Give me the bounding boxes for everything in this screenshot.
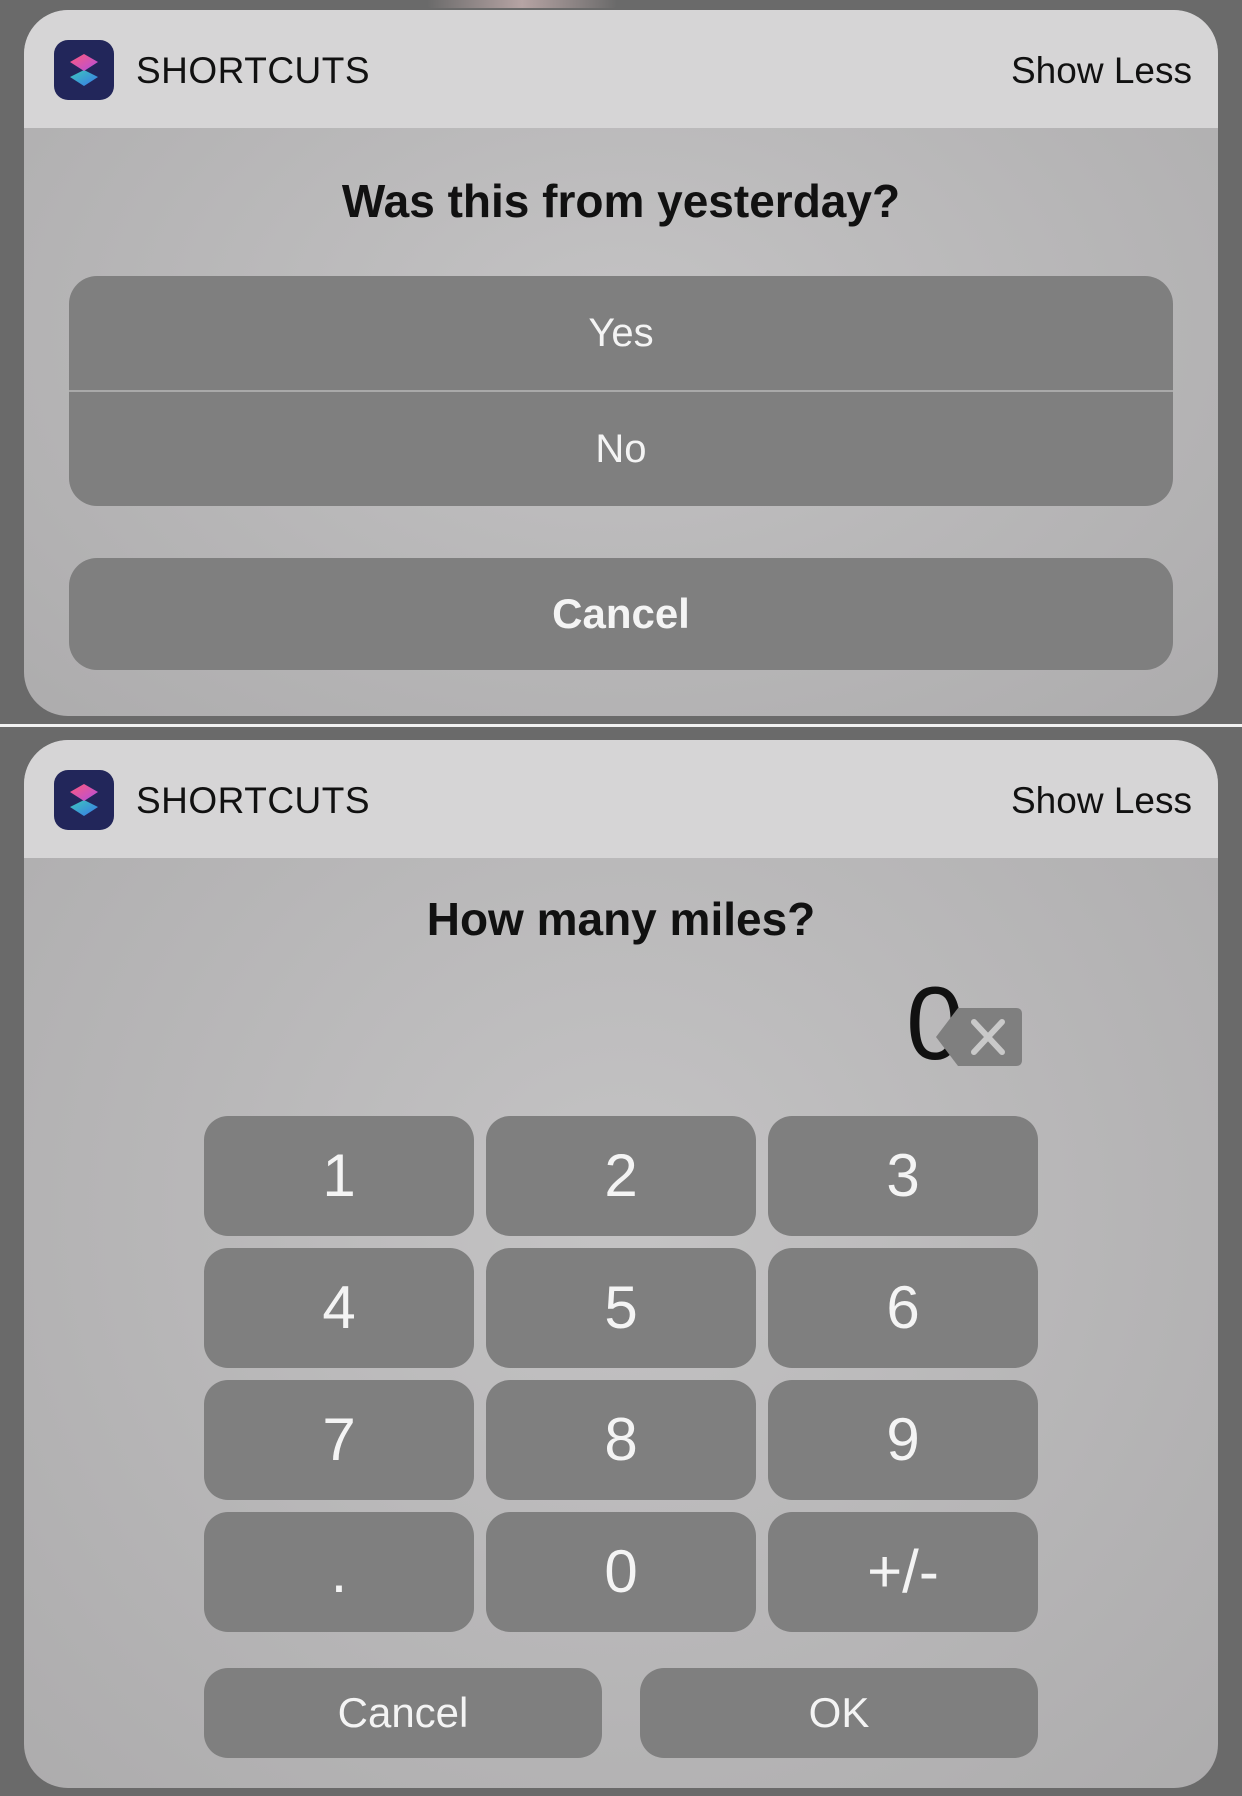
ok-button[interactable]: OK <box>640 1668 1038 1758</box>
backspace-icon[interactable] <box>934 1006 1024 1068</box>
key-9[interactable]: 9 <box>768 1380 1038 1500</box>
screenshot-divider <box>0 724 1242 727</box>
key-8[interactable]: 8 <box>486 1380 756 1500</box>
key-6[interactable]: 6 <box>768 1248 1038 1368</box>
key-1[interactable]: 1 <box>204 1116 474 1236</box>
app-name: SHORTCUTS <box>136 50 371 91</box>
prompt-question: How many miles? <box>426 893 816 945</box>
cancel-button[interactable]: Cancel <box>69 558 1173 670</box>
key-7[interactable]: 7 <box>204 1380 474 1500</box>
choice-list: Yes No <box>69 276 1173 506</box>
key-5[interactable]: 5 <box>486 1248 756 1368</box>
prompt-question: Was this from yesterday? <box>341 175 901 227</box>
choice-yes-button[interactable]: Yes <box>69 276 1173 390</box>
show-less-button[interactable]: Show Less <box>1011 780 1192 822</box>
shortcuts-app-icon <box>54 40 114 100</box>
card-header: SHORTCUTS Show Less <box>24 10 1218 128</box>
choice-no-button[interactable]: No <box>69 392 1173 506</box>
show-less-button[interactable]: Show Less <box>1011 50 1192 92</box>
grabber-handle <box>427 0 617 8</box>
key-2[interactable]: 2 <box>486 1116 756 1236</box>
shortcuts-app-icon <box>54 770 114 830</box>
shortcut-prompt-card-yes-no: SHORTCUTS Show Less Was this from yester… <box>24 10 1218 716</box>
key-plus-minus[interactable]: +/- <box>768 1512 1038 1632</box>
card-header: SHORTCUTS Show Less <box>24 740 1218 858</box>
key-decimal[interactable]: . <box>204 1512 474 1632</box>
app-name: SHORTCUTS <box>136 780 371 821</box>
shortcut-prompt-card-number: SHORTCUTS Show Less How many miles? 0 1 … <box>24 740 1218 1788</box>
key-4[interactable]: 4 <box>204 1248 474 1368</box>
cancel-button[interactable]: Cancel <box>204 1668 602 1758</box>
key-0[interactable]: 0 <box>486 1512 756 1632</box>
key-3[interactable]: 3 <box>768 1116 1038 1236</box>
